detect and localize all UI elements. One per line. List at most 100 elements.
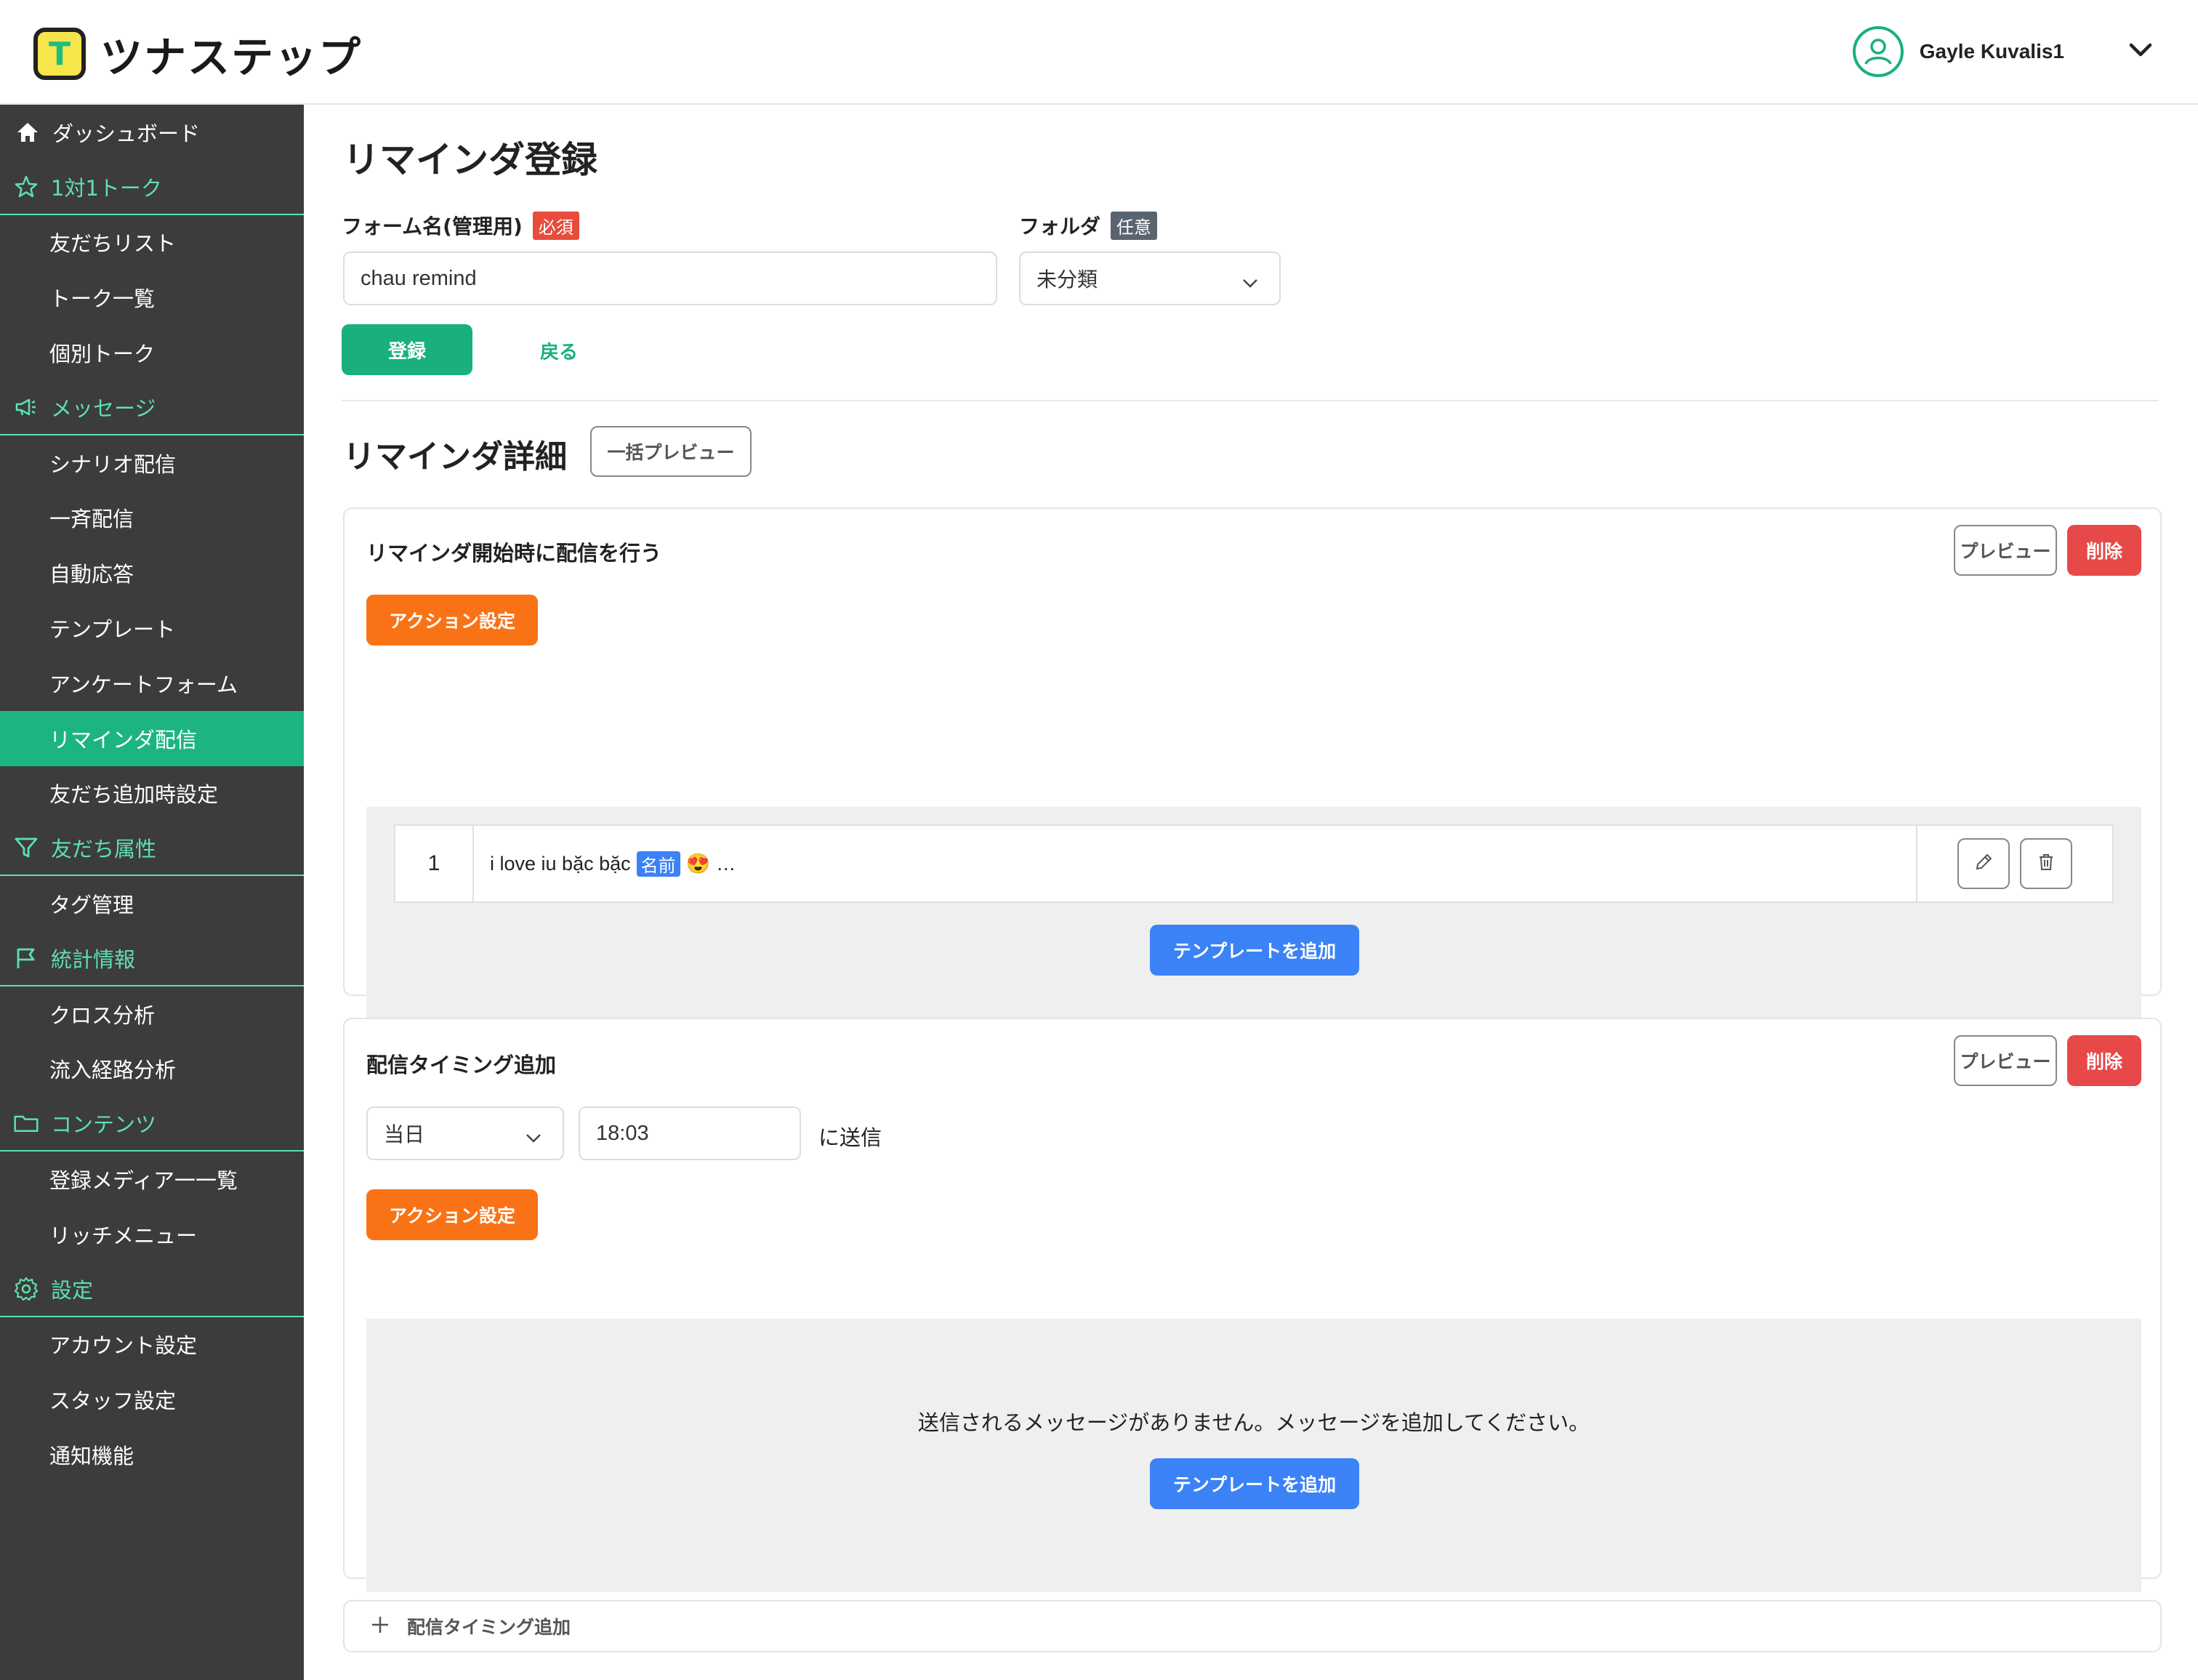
emoji: 😍 <box>685 853 711 875</box>
folder-select-value: 未分類 <box>1036 268 1098 292</box>
sidebar-item-label: 1対1トーク <box>51 175 162 201</box>
folder-select[interactable]: 未分類 <box>1019 252 1281 305</box>
sidebar-item[interactable]: 友だちリスト <box>0 215 304 270</box>
sidebar-item-label: シナリオ配信 <box>49 451 177 477</box>
logo-mark: T <box>33 28 86 80</box>
sidebar-item[interactable]: テンプレート <box>0 600 304 656</box>
sidebar-item-label: タグ管理 <box>49 893 134 918</box>
delete-button[interactable]: 削除 <box>2067 525 2141 576</box>
ellipsis: … <box>716 852 736 875</box>
empty-message-text: 送信されるメッセージがありません。メッセージを追加してください。 <box>917 1410 1590 1435</box>
form-name-input[interactable] <box>343 252 997 305</box>
sidebar-item[interactable]: 一斉配信 <box>0 491 304 546</box>
logo-letter: T <box>48 35 71 73</box>
chevron-down-icon[interactable] <box>2128 42 2153 61</box>
message-list-area: 送信されるメッセージがありません。メッセージを追加してください。 テンプレートを… <box>366 1319 2141 1592</box>
sidebar-item[interactable]: コンテンツ <box>0 1096 304 1152</box>
chevron-down-icon <box>525 1125 542 1149</box>
timing-card: 配信タイミング追加 プレビュー 削除 当日 に送信 アクション設定 送信されるメ… <box>343 1018 2162 1592</box>
sidebar-item[interactable]: タグ管理 <box>0 876 304 931</box>
sidebar-item[interactable]: シナリオ配信 <box>0 435 304 491</box>
delete-button[interactable]: 削除 <box>2067 1035 2141 1086</box>
day-select[interactable]: 当日 <box>366 1106 564 1160</box>
trash-icon <box>2035 851 2057 876</box>
sidebar-item[interactable]: クロス分析 <box>0 986 304 1042</box>
day-select-value: 当日 <box>384 1122 425 1146</box>
bulk-preview-button[interactable]: 一括プレビュー <box>590 426 752 477</box>
sidebar-item-label: 統計情報 <box>51 946 136 972</box>
preview-button[interactable]: プレビュー <box>1954 525 2057 576</box>
add-template-button[interactable]: テンプレートを追加 <box>1150 1458 1359 1509</box>
sidebar-item-label: 一斉配信 <box>49 507 134 532</box>
optional-badge: 任意 <box>1111 211 1158 240</box>
user-menu[interactable]: Gayle Kuvalis1 <box>1852 26 2198 77</box>
sidebar-item-label: 友だち属性 <box>51 837 157 862</box>
sidebar-item-label: 登録メディア一一覧 <box>49 1168 238 1194</box>
send-suffix: に送信 <box>818 1125 882 1150</box>
section-title: リマインダ詳細 <box>343 438 567 475</box>
sidebar-item[interactable]: 通知機能 <box>0 1427 304 1482</box>
chevron-down-icon <box>1241 270 1259 294</box>
flag-icon <box>13 945 39 971</box>
add-template-button[interactable]: テンプレートを追加 <box>1150 925 1359 976</box>
sidebar-item-label: アンケートフォーム <box>49 672 238 697</box>
logo-text: ツナステップ <box>100 33 363 82</box>
folder-label: フォルダ 任意 <box>1019 211 1158 240</box>
sidebar-item-label: アカウント設定 <box>49 1333 198 1359</box>
star-icon <box>13 174 39 200</box>
message-row: 1 i love iu bặc bặc 名前 😍 … <box>394 824 2114 903</box>
sidebar-item-label: 個別トーク <box>49 342 156 367</box>
time-input[interactable] <box>579 1106 801 1160</box>
back-link[interactable]: 戻る <box>540 337 578 364</box>
form-name-label-text: フォーム名(管理用) <box>342 214 523 238</box>
sidebar-item[interactable]: 自動応答 <box>0 545 304 600</box>
user-avatar-icon <box>1852 26 1904 77</box>
sidebar-item-label: トーク一覧 <box>49 286 156 312</box>
preview-button[interactable]: プレビュー <box>1954 1035 2057 1086</box>
required-badge: 必須 <box>532 211 579 240</box>
filter-icon <box>13 835 39 861</box>
sidebar-item-label: コンテンツ <box>51 1112 157 1138</box>
sidebar-item[interactable]: トーク一覧 <box>0 270 304 325</box>
add-timing-row[interactable]: 配信タイミング追加 <box>343 1600 2162 1652</box>
pencil-icon <box>1973 851 1994 876</box>
sidebar-item[interactable]: 設定 <box>0 1262 304 1317</box>
sidebar-item[interactable]: 友だち追加時設定 <box>0 766 304 821</box>
sidebar-item[interactable]: 登録メディア一一覧 <box>0 1152 304 1207</box>
sidebar-item-label: 設定 <box>51 1277 94 1303</box>
sidebar-item[interactable]: 流入経路分析 <box>0 1042 304 1097</box>
sidebar-item[interactable]: スタッフ設定 <box>0 1372 304 1427</box>
sidebar-item-label: ダッシュボード <box>52 121 201 146</box>
sidebar-item[interactable]: アカウント設定 <box>0 1317 304 1372</box>
megaphone-icon <box>13 394 39 420</box>
sidebar-item[interactable]: 個別トーク <box>0 325 304 380</box>
app-logo[interactable]: T ツナステップ <box>33 23 362 84</box>
name-tag: 名前 <box>636 851 680 877</box>
message-preview: i love iu bặc bặc 名前 😍 … <box>474 826 1917 901</box>
folder-icon <box>13 1110 39 1136</box>
card-title: 配信タイミング追加 <box>366 1053 557 1077</box>
trash-button[interactable] <box>2020 838 2072 889</box>
sidebar-item[interactable]: リマインダ配信 <box>0 710 304 766</box>
sidebar-item[interactable]: 友だち属性 <box>0 821 304 877</box>
edit-button[interactable] <box>1957 838 2010 889</box>
reminder-start-card: リマインダ開始時に配信を行う プレビュー 削除 アクション設定 1 i love… <box>343 507 2162 1080</box>
sidebar-item-label: 通知機能 <box>49 1444 134 1469</box>
sidebar-item[interactable]: メッセージ <box>0 380 304 435</box>
sidebar-item-label: 流入経路分析 <box>49 1058 177 1083</box>
sidebar-item[interactable]: 1対1トーク <box>0 160 304 215</box>
sidebar-item[interactable]: リッチメニュー <box>0 1207 304 1262</box>
message-number: 1 <box>395 826 474 901</box>
sidebar-item-label: スタッフ設定 <box>49 1388 177 1414</box>
sidebar-item[interactable]: アンケートフォーム <box>0 656 304 711</box>
sidebar-item-label: テンプレート <box>49 617 176 643</box>
main-content: リマインダ登録 フォーム名(管理用) 必須 フォルダ 任意 未分類 登録 戻る … <box>304 105 2198 1680</box>
action-settings-button[interactable]: アクション設定 <box>366 595 538 646</box>
action-settings-button[interactable]: アクション設定 <box>366 1189 538 1240</box>
sidebar-item[interactable]: 統計情報 <box>0 931 304 986</box>
sidebar-item[interactable]: ダッシュボード <box>0 105 304 160</box>
plus-icon <box>369 1614 391 1639</box>
register-button[interactable]: 登録 <box>342 324 472 375</box>
page-title: リマインダ登録 <box>343 139 597 181</box>
sidebar-item-label: 友だち追加時設定 <box>49 782 219 808</box>
